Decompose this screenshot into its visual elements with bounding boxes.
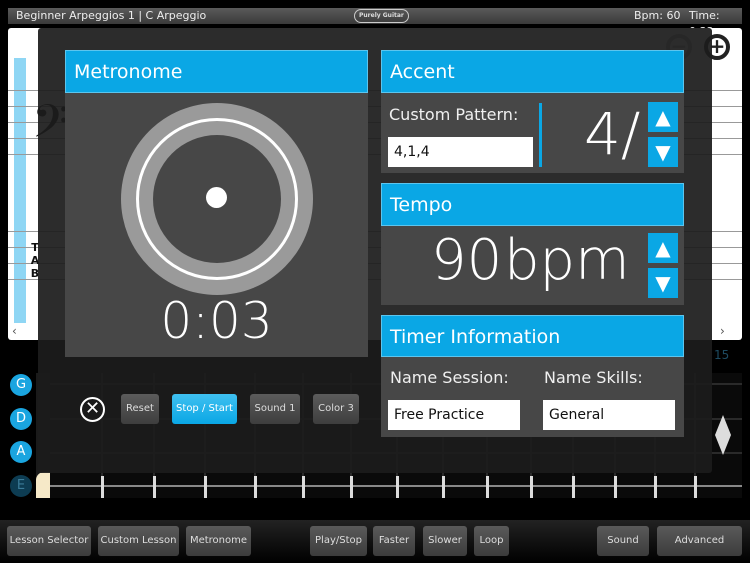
fret-marker <box>486 476 489 498</box>
name-skills-input[interactable] <box>543 400 675 430</box>
fret-marker <box>530 476 533 498</box>
custom-lesson-button[interactable]: Custom Lesson <box>98 526 179 556</box>
scroll-right-arrow-icon[interactable]: › <box>720 324 725 338</box>
accent-up-button[interactable]: ▲ <box>648 102 678 132</box>
string-label-g[interactable]: G <box>10 374 32 396</box>
fret-marker <box>101 476 104 498</box>
accent-down-button[interactable]: ▼ <box>648 137 678 167</box>
purely-guitar-logo: Purely Guitar <box>354 9 409 23</box>
loop-button[interactable]: Loop <box>474 526 509 556</box>
fret-marker <box>694 476 697 498</box>
tempo-up-button[interactable]: ▲ <box>648 233 678 263</box>
reset-button[interactable]: Reset <box>121 394 159 424</box>
stop-start-button[interactable]: Stop / Start <box>172 394 237 424</box>
fret-marker <box>153 476 156 498</box>
playback-progress-bar <box>14 58 26 323</box>
slower-button[interactable]: Slower <box>423 526 467 556</box>
tempo-down-button[interactable]: ▼ <box>648 268 678 298</box>
accent-divider <box>539 103 542 167</box>
fret-marker <box>572 476 575 498</box>
play-stop-button[interactable]: Play/Stop <box>310 526 367 556</box>
accent-title: Accent <box>381 50 684 93</box>
tempo-title: Tempo <box>381 183 684 226</box>
metronome-button[interactable]: Metronome <box>186 526 251 556</box>
fret-marker <box>396 476 399 498</box>
tempo-unit: bpm <box>504 228 630 293</box>
string-line <box>36 485 742 487</box>
tempo-value: 90 <box>431 228 503 293</box>
timer-information-title: Timer Information <box>381 315 684 357</box>
bpm-readout: Bpm: 60 <box>634 9 681 22</box>
metronome-elapsed-time: 0:03 <box>160 292 273 350</box>
fret-marker <box>654 476 657 498</box>
fret-marker <box>254 476 257 498</box>
lesson-title: Beginner Arpeggios 1 | C Arpeggio <box>16 9 207 22</box>
name-session-label: Name Session: <box>390 368 509 387</box>
close-metronome-button[interactable]: ✕ <box>80 397 105 422</box>
scroll-left-arrow-icon[interactable]: ‹ <box>12 324 17 338</box>
sound-button[interactable]: Sound <box>597 526 649 556</box>
tempo-panel: Tempo 90 bpm ▲ ▼ <box>381 183 684 305</box>
fret-marker <box>614 476 617 498</box>
fret-marker <box>442 476 445 498</box>
metronome-panel: Metronome 0:03 <box>65 50 368 357</box>
accent-beats-display: 4/ <box>584 100 641 168</box>
faster-button[interactable]: Faster <box>373 526 415 556</box>
fret-number: 15 <box>714 348 730 362</box>
custom-pattern-input[interactable] <box>388 137 533 167</box>
string-label-d[interactable]: D <box>10 408 32 430</box>
string-label-a[interactable]: A <box>10 441 32 463</box>
sound-select-button[interactable]: Sound 1 <box>250 394 300 424</box>
metronome-beat-dot <box>206 187 227 208</box>
string-label-e[interactable]: E <box>10 475 32 497</box>
lesson-selector-button[interactable]: Lesson Selector <box>7 526 91 556</box>
custom-pattern-label: Custom Pattern: <box>389 105 519 124</box>
nut-ivory <box>36 472 50 498</box>
fret-marker <box>302 476 305 498</box>
timer-information-panel: Timer Information Name Session: Name Ski… <box>381 315 684 437</box>
fret-marker <box>204 476 207 498</box>
name-session-input[interactable] <box>388 400 520 430</box>
name-skills-label: Name Skills: <box>544 368 643 387</box>
advanced-button[interactable]: Advanced <box>657 526 742 556</box>
metronome-title: Metronome <box>65 50 368 93</box>
app-screen: Beginner Arpeggios 1 | C Arpeggio Purely… <box>0 0 750 563</box>
color-select-button[interactable]: Color 3 <box>313 394 359 424</box>
top-bar: Beginner Arpeggios 1 | C Arpeggio Purely… <box>8 8 742 38</box>
fret-marker <box>350 476 353 498</box>
accent-panel: Accent Custom Pattern: 4/ ▲ ▼ <box>381 50 684 173</box>
